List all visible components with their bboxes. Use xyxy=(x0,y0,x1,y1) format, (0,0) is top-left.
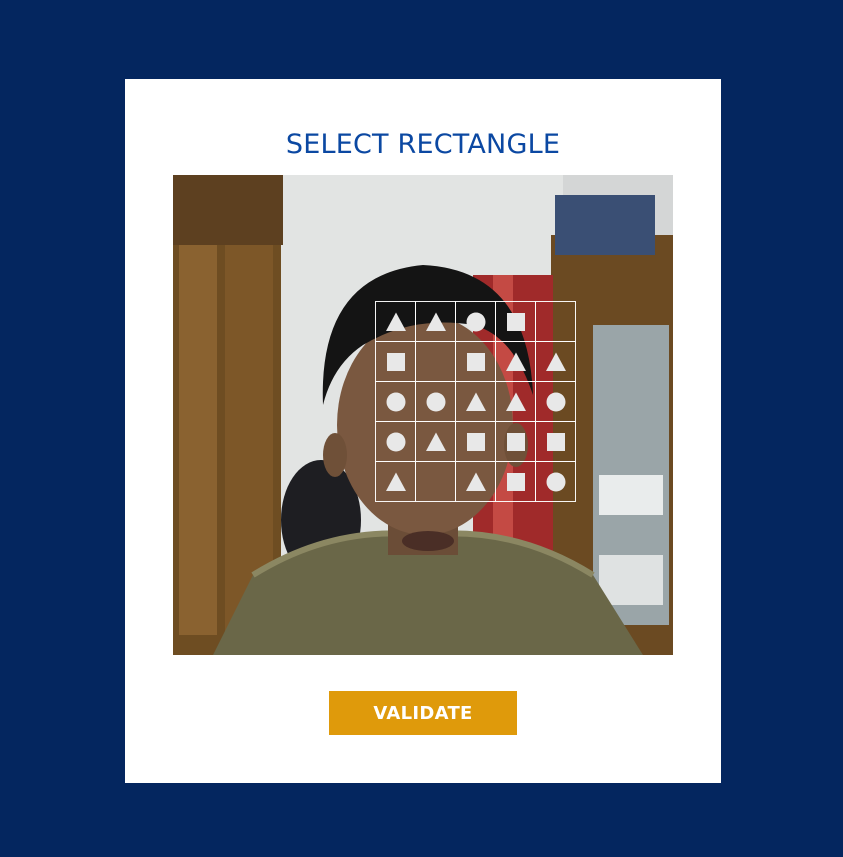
grid-cell-r4-c3[interactable] xyxy=(455,421,496,462)
triangle-icon xyxy=(385,312,406,331)
grid-cell-r3-c2[interactable] xyxy=(415,381,456,422)
grid-cell-r2-c3[interactable] xyxy=(455,341,496,382)
grid-cell-r4-c4[interactable] xyxy=(495,421,536,462)
grid-cell-r2-c2[interactable] xyxy=(415,341,456,382)
grid-cell-r1-c1[interactable] xyxy=(375,301,416,342)
captcha-card: SELECT RECTANGLE VALIDATE xyxy=(125,79,721,783)
grid-cell-r1-c4[interactable] xyxy=(495,301,536,342)
square-icon xyxy=(466,432,485,451)
grid-cell-r2-c5[interactable] xyxy=(535,341,576,382)
grid-cell-r2-c4[interactable] xyxy=(495,341,536,382)
triangle-icon xyxy=(505,392,526,411)
grid-cell-r4-c1[interactable] xyxy=(375,421,416,462)
square-icon xyxy=(386,352,405,371)
triangle-icon xyxy=(465,392,486,411)
grid-cell-r4-c2[interactable] xyxy=(415,421,456,462)
square-icon xyxy=(506,312,525,331)
camera-feed xyxy=(173,175,673,655)
grid-cell-r2-c1[interactable] xyxy=(375,341,416,382)
grid-cell-r5-c2[interactable] xyxy=(415,461,456,502)
grid-cell-r3-c4[interactable] xyxy=(495,381,536,422)
grid-cell-r3-c5[interactable] xyxy=(535,381,576,422)
triangle-icon xyxy=(505,352,526,371)
triangle-icon xyxy=(425,432,446,451)
square-icon xyxy=(546,432,565,451)
square-icon xyxy=(506,432,525,451)
square-icon xyxy=(466,352,485,371)
circle-icon xyxy=(546,392,565,411)
shape-grid xyxy=(375,301,576,502)
grid-cell-r3-c3[interactable] xyxy=(455,381,496,422)
grid-cell-r3-c1[interactable] xyxy=(375,381,416,422)
triangle-icon xyxy=(425,312,446,331)
grid-cell-r5-c3[interactable] xyxy=(455,461,496,502)
circle-icon xyxy=(386,392,405,411)
grid-cell-r5-c5[interactable] xyxy=(535,461,576,502)
page-title: SELECT RECTANGLE xyxy=(285,129,561,160)
circle-icon xyxy=(386,432,405,451)
grid-cell-r1-c2[interactable] xyxy=(415,301,456,342)
triangle-icon xyxy=(545,352,566,371)
circle-icon xyxy=(546,472,565,491)
grid-cell-r4-c5[interactable] xyxy=(535,421,576,462)
validate-button[interactable]: VALIDATE xyxy=(329,691,517,735)
triangle-icon xyxy=(465,472,486,491)
circle-icon xyxy=(426,392,445,411)
grid-cell-r5-c4[interactable] xyxy=(495,461,536,502)
triangle-icon xyxy=(385,472,406,491)
square-icon xyxy=(506,472,525,491)
grid-cell-r1-c5[interactable] xyxy=(535,301,576,342)
grid-cell-r5-c1[interactable] xyxy=(375,461,416,502)
circle-icon xyxy=(466,312,485,331)
grid-cell-r1-c3[interactable] xyxy=(455,301,496,342)
